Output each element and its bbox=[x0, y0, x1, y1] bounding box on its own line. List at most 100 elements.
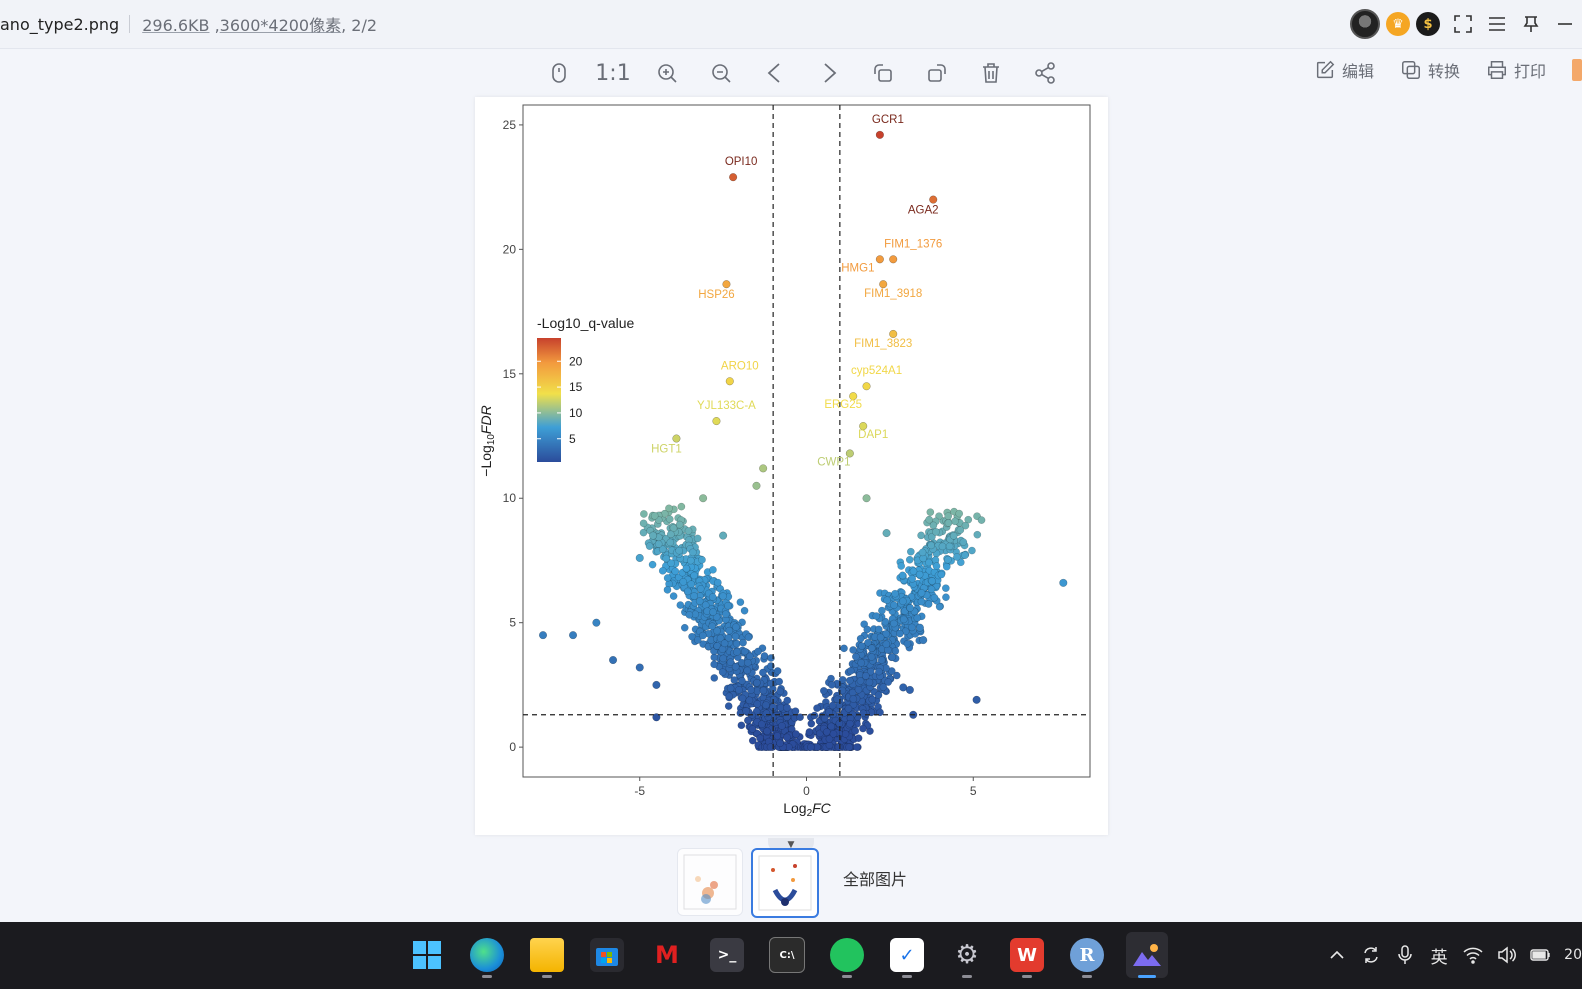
background-point bbox=[951, 517, 959, 526]
taskbar-file-explorer[interactable] bbox=[526, 932, 568, 978]
background-point bbox=[865, 678, 874, 687]
fullscreen-icon[interactable] bbox=[1446, 8, 1480, 40]
zoom-out-icon[interactable] bbox=[694, 56, 748, 90]
pin-icon[interactable] bbox=[1514, 8, 1548, 40]
taskbar-terminal[interactable]: >_ bbox=[706, 932, 748, 978]
battery-icon[interactable] bbox=[1524, 940, 1558, 970]
taskbar-wps[interactable]: W bbox=[1006, 932, 1048, 978]
y-tick-label: 0 bbox=[509, 740, 516, 754]
minimize-icon[interactable] bbox=[1548, 8, 1582, 40]
background-point bbox=[882, 640, 891, 649]
taskbar-store[interactable] bbox=[586, 932, 628, 978]
data-point bbox=[905, 685, 914, 694]
background-point bbox=[840, 644, 848, 653]
background-point bbox=[945, 542, 954, 551]
background-point bbox=[927, 541, 935, 550]
thumbnail-1-preview bbox=[683, 854, 737, 910]
thumbnail-2[interactable] bbox=[751, 848, 819, 918]
taskbar-mcafee[interactable]: M bbox=[646, 932, 688, 978]
convert-button[interactable]: 转换 bbox=[1400, 58, 1460, 82]
zoom-in-icon[interactable] bbox=[640, 56, 694, 90]
background-point bbox=[805, 728, 814, 736]
background-point bbox=[844, 704, 853, 713]
image-dimensions[interactable]: 3600*4200像素 bbox=[220, 16, 341, 35]
background-point bbox=[845, 743, 853, 751]
background-point bbox=[878, 606, 886, 615]
sync-icon[interactable] bbox=[1354, 940, 1388, 970]
rotate-left-icon[interactable] bbox=[856, 56, 910, 90]
background-point bbox=[905, 555, 914, 564]
ime-indicator[interactable]: 英 bbox=[1422, 940, 1456, 970]
background-point bbox=[743, 666, 752, 675]
taskbar-wechat[interactable] bbox=[826, 932, 868, 978]
background-point bbox=[708, 622, 716, 631]
wifi-icon[interactable] bbox=[1456, 940, 1490, 970]
background-point bbox=[685, 611, 694, 619]
background-point bbox=[740, 606, 749, 615]
previous-icon[interactable] bbox=[748, 56, 802, 90]
background-point bbox=[731, 662, 740, 671]
share-icon[interactable] bbox=[1018, 56, 1072, 90]
taskbar-photos[interactable] bbox=[1126, 932, 1168, 978]
background-point bbox=[654, 540, 663, 548]
file-size[interactable]: 296.6KB bbox=[142, 16, 209, 35]
avatar[interactable] bbox=[1350, 9, 1380, 39]
background-point bbox=[720, 639, 729, 648]
print-button[interactable]: 打印 bbox=[1486, 58, 1546, 82]
edit-button[interactable]: 编辑 bbox=[1314, 58, 1374, 82]
action-group: 编辑 转换 打印 bbox=[1314, 58, 1582, 82]
taskbar-edge[interactable] bbox=[466, 932, 508, 978]
background-point bbox=[849, 695, 858, 703]
all-images-link[interactable]: 全部图片 bbox=[843, 866, 907, 890]
background-point bbox=[863, 625, 872, 634]
background-point bbox=[918, 548, 927, 557]
data-point bbox=[699, 494, 708, 503]
mouse-mode-icon[interactable] bbox=[532, 56, 586, 90]
legend-tick-label: 15 bbox=[569, 380, 583, 394]
background-point bbox=[807, 743, 815, 751]
active-indicator bbox=[1138, 975, 1156, 978]
taskbar-task-app[interactable]: ✓ bbox=[886, 932, 928, 978]
rotate-right-icon[interactable] bbox=[910, 56, 964, 90]
more-apps-icon[interactable] bbox=[1572, 59, 1582, 81]
background-point bbox=[773, 732, 782, 740]
title-bar: ano_type2.png 296.6KB ,3600*4200像素, 2/2 … bbox=[0, 0, 1582, 49]
background-point bbox=[696, 585, 705, 593]
background-point bbox=[666, 530, 675, 539]
page-indicator: , 2/2 bbox=[341, 16, 378, 35]
next-icon[interactable] bbox=[802, 56, 856, 90]
data-point bbox=[752, 481, 761, 490]
background-point bbox=[719, 654, 728, 663]
running-indicator bbox=[902, 975, 912, 978]
thumbnail-1[interactable] bbox=[677, 848, 743, 916]
background-point bbox=[731, 632, 740, 641]
taskbar-r[interactable]: R bbox=[1066, 932, 1108, 978]
menu-icon[interactable] bbox=[1480, 8, 1514, 40]
data-point bbox=[568, 631, 578, 640]
background-point bbox=[662, 554, 671, 563]
chevron-up-icon[interactable] bbox=[1320, 940, 1354, 970]
background-point bbox=[917, 589, 926, 597]
wps-icon: W bbox=[1010, 938, 1044, 972]
volume-icon[interactable] bbox=[1490, 940, 1524, 970]
delete-icon[interactable] bbox=[964, 56, 1018, 90]
taskbar-settings[interactable]: ⚙ bbox=[946, 932, 988, 978]
microphone-icon[interactable] bbox=[1388, 940, 1422, 970]
background-point bbox=[859, 724, 867, 733]
image-canvas[interactable]: 0 5 10 15 20 25 -5 0 5 GCR1 OPI10 AGA2 FIM1_1376 HM… bbox=[475, 97, 1108, 835]
background-point bbox=[669, 592, 678, 600]
background-point bbox=[875, 625, 883, 634]
taskbar-cmd[interactable]: C:\ bbox=[766, 932, 808, 978]
background-point bbox=[867, 644, 876, 653]
print-icon bbox=[1488, 61, 1506, 79]
background-point bbox=[883, 596, 891, 605]
vip-badge-icon[interactable]: ♛ bbox=[1386, 12, 1410, 36]
start-button[interactable] bbox=[406, 932, 448, 978]
actual-size-icon[interactable]: 1:1 bbox=[586, 56, 640, 90]
background-point bbox=[792, 730, 800, 738]
coin-badge-icon[interactable]: $ bbox=[1416, 12, 1440, 36]
background-point bbox=[687, 580, 696, 588]
clock[interactable]: 20 bbox=[1564, 947, 1582, 963]
background-point bbox=[932, 528, 940, 536]
labeled-point bbox=[729, 173, 738, 182]
